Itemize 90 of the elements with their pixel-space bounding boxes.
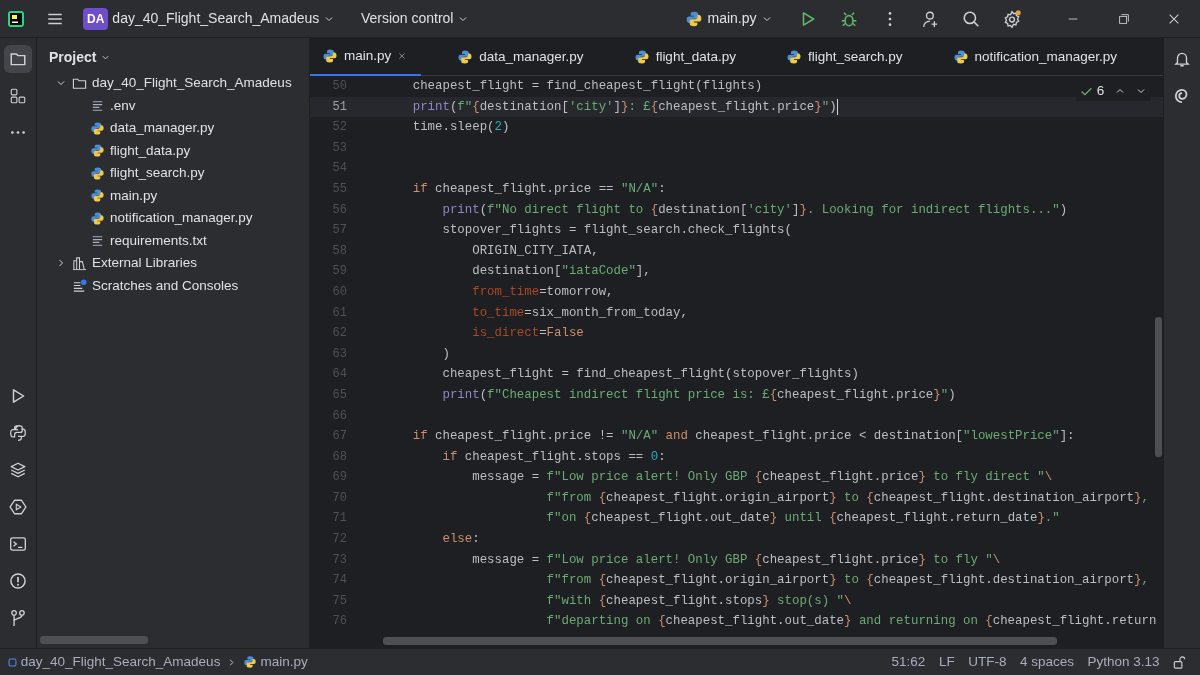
python-icon — [90, 210, 105, 226]
text-file-icon — [90, 233, 105, 249]
terminal-icon — [9, 534, 27, 553]
editor-tab[interactable]: flight_data.py — [621, 38, 750, 76]
python-icon — [90, 120, 105, 136]
search-icon[interactable] — [962, 9, 981, 28]
tree-item[interactable]: data_manager.py — [110, 118, 215, 139]
text-file-icon — [90, 98, 105, 114]
scratch-icon — [72, 278, 87, 294]
line-number: 51 — [331, 98, 347, 116]
code-line: is_direct=False — [471, 325, 584, 343]
code-line: f"departing on {cheapest_flight.out_date} and returning on {cheapest_flight.return — [545, 613, 1157, 631]
python-icon — [90, 188, 105, 204]
code-line: ORIGIN_CITY_IATA, — [471, 242, 599, 260]
restore-icon[interactable] — [1116, 11, 1131, 26]
code-line: print(f"No direct flight to {destination['city']}. Looking for indirect flights...") — [441, 201, 1068, 219]
tree-item[interactable]: main.py — [110, 185, 158, 206]
tree-item[interactable]: flight_search.py — [110, 163, 205, 184]
scrollbar-thumb[interactable] — [1155, 317, 1162, 457]
breadcrumb[interactable]: main.py — [260, 651, 308, 673]
bug-icon[interactable] — [840, 9, 858, 28]
tree-item[interactable]: External Libraries — [92, 253, 198, 274]
services-icon — [9, 497, 27, 516]
tree-item[interactable]: .env — [110, 95, 136, 116]
text-cursor — [836, 98, 839, 115]
breadcrumb[interactable]: day_40_Flight_Search_Amadeus — [20, 651, 221, 673]
python-console-icon — [9, 423, 27, 442]
lock-icon[interactable] — [1172, 654, 1188, 670]
scrollbar-thumb[interactable] — [383, 637, 1057, 645]
python-icon — [457, 49, 474, 65]
status-widget[interactable]: LF — [938, 651, 955, 673]
code-line: cheapest_flight = find_cheapest_flight(flights) — [411, 78, 763, 95]
status-widget[interactable]: 4 spaces — [1019, 651, 1074, 673]
python-icon — [952, 49, 969, 65]
code-line: if cheapest_flight.price != "N/A" and cheapest_flight.price < destination["lowestPrice"]: — [411, 428, 1075, 446]
tool-window-button[interactable] — [4, 44, 32, 73]
code-line: cheapest_flight = find_cheapest_flight(stopover_flights) — [441, 366, 859, 384]
module-icon — [6, 656, 18, 668]
code-line: print(f"Cheapest indirect flight price is: £{cheapest_flight.price}") — [441, 386, 956, 404]
status-widget[interactable]: 51:62 — [891, 651, 926, 673]
settings-icon[interactable] — [1003, 9, 1021, 28]
code-line: if cheapest_flight.stops == 0: — [441, 448, 666, 466]
structure-icon — [9, 86, 27, 105]
code-line: f"with {cheapest_flight.stops} stop(s) "\ — [545, 592, 852, 610]
library-icon — [72, 255, 87, 271]
layers-icon — [9, 460, 27, 479]
code-line: f"from {cheapest_flight.origin_airport} to {cheapest_flight.destination_airport}, — [545, 489, 1149, 507]
panel-title[interactable]: Project — [49, 46, 112, 68]
code-line: time.sleep(2) — [411, 119, 510, 137]
code-line: f"from {cheapest_flight.origin_airport} to {cheapest_flight.destination_airport}, — [545, 572, 1149, 590]
code-line: message = f"Low price alert! Only GBP {cheapest_flight.price} to fly direct "\ — [471, 469, 1053, 487]
code-line: else: — [441, 531, 480, 549]
code-line: destination["iataCode"], — [471, 263, 651, 281]
code-line: f"on {cheapest_flight.out_date} until {cheapest_flight.return_date}." — [545, 510, 1060, 528]
vcs-menu[interactable]: Version control — [354, 8, 476, 29]
git-branch-icon — [9, 608, 27, 627]
python-icon — [633, 49, 650, 65]
run-configuration[interactable]: main.py — [679, 8, 779, 29]
code-line: stopover_flights = flight_search.check_flights( — [441, 222, 792, 240]
close-icon[interactable] — [397, 51, 408, 61]
python-icon — [322, 48, 338, 64]
status-widget[interactable]: UTF-8 — [968, 651, 1007, 673]
tree-item[interactable]: day_40_Flight_Search_Amadeus — [92, 73, 292, 94]
code-line: ) — [441, 345, 450, 363]
status-widget[interactable]: Python 3.13 — [1087, 651, 1160, 673]
tree-item[interactable]: requirements.txt — [110, 230, 207, 251]
python-icon — [243, 655, 258, 669]
project-switcher[interactable]: DA day_40_Flight_Search_Amadeus — [77, 7, 342, 30]
code-line: to_time=six_month_from_today, — [471, 304, 688, 322]
editor-tab[interactable]: data_manager.py — [445, 38, 598, 76]
code-line: from_time=tomorrow, — [471, 283, 614, 301]
editor-tab[interactable]: main.py — [310, 38, 422, 76]
problem-count[interactable]: 6 — [1096, 81, 1105, 102]
scrollbar-thumb[interactable] — [40, 636, 148, 644]
python-icon — [685, 9, 704, 28]
problems-icon — [9, 571, 27, 590]
python-icon — [785, 49, 802, 65]
python-icon — [90, 143, 105, 159]
code-line: message = f"Low price alert! Only GBP {cheapest_flight.price} to fly "\ — [471, 551, 1001, 569]
code-line: print(f"{destination['city']}: £{cheapest_flight.price}") — [411, 98, 837, 116]
python-icon — [90, 165, 105, 181]
tree-item[interactable]: flight_data.py — [110, 140, 191, 161]
more-icon — [9, 130, 27, 136]
code-line: if cheapest_flight.price == "N/A": — [411, 180, 666, 198]
tree-item[interactable]: notification_manager.py — [110, 208, 253, 229]
app-logo-icon[interactable] — [6, 9, 25, 28]
editor-tab[interactable]: notification_manager.py — [940, 38, 1132, 76]
editor-tab[interactable]: flight_search.py — [773, 38, 917, 76]
tree-item[interactable]: Scratches and Consoles — [92, 275, 239, 296]
add-user-icon[interactable] — [921, 9, 940, 28]
